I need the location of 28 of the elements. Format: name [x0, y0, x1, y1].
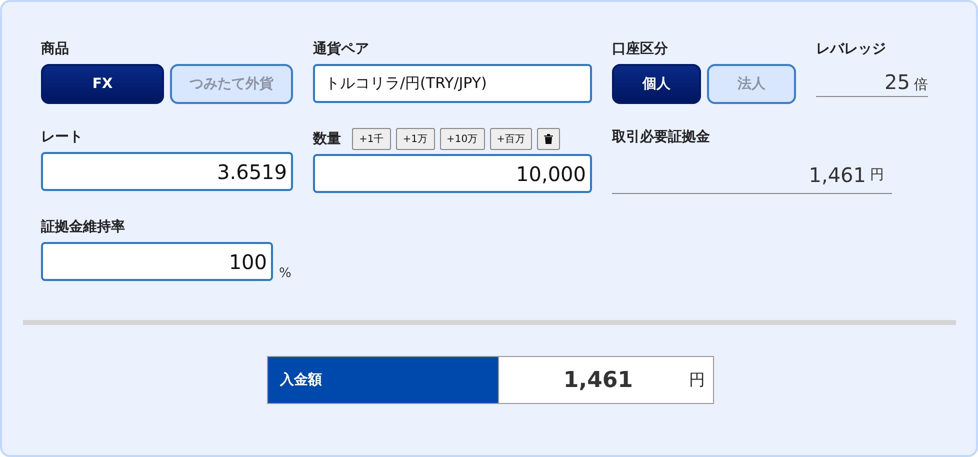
deposit-value: 1,461 [563, 368, 633, 392]
toggle-button[interactable]: FX [41, 64, 164, 104]
field-label: 数量 [313, 130, 341, 148]
increment-button[interactable]: +百万 [490, 128, 532, 150]
trash-icon [544, 134, 553, 144]
currency-pair-field[interactable]: トルコリラ/円(TRY/JPY) [313, 64, 592, 103]
field-label: 口座区分 [612, 40, 669, 58]
increment-button[interactable]: +10万 [440, 128, 485, 150]
field-label: レート [41, 128, 84, 146]
field-label: 証拠金維持率 [41, 218, 126, 236]
rate-field[interactable]: 3.6519 [41, 152, 293, 191]
unit-label: 円 [689, 370, 705, 390]
trash-button[interactable] [537, 128, 560, 150]
margin-value: 1,461 [808, 162, 866, 186]
increment-button[interactable]: +1千 [352, 128, 391, 150]
leverage-value: 25 [884, 70, 910, 94]
maintenance-rate-field[interactable]: 100 [41, 242, 273, 281]
deposit-label: 入金額 [267, 356, 499, 404]
field-label: 通貨ペア [313, 40, 370, 58]
increment-button[interactable]: +1万 [396, 128, 434, 150]
toggle-button[interactable]: 個人 [612, 64, 701, 104]
field-label: レバレッジ [816, 40, 887, 58]
quantity-field[interactable]: 10,000 [313, 154, 592, 193]
unit-label: 円 [870, 166, 884, 184]
unit-label: 倍 [914, 76, 928, 94]
field-label: 商品 [41, 40, 70, 58]
field-label: 取引必要証拠金 [612, 128, 711, 146]
unit-label: % [279, 266, 292, 281]
